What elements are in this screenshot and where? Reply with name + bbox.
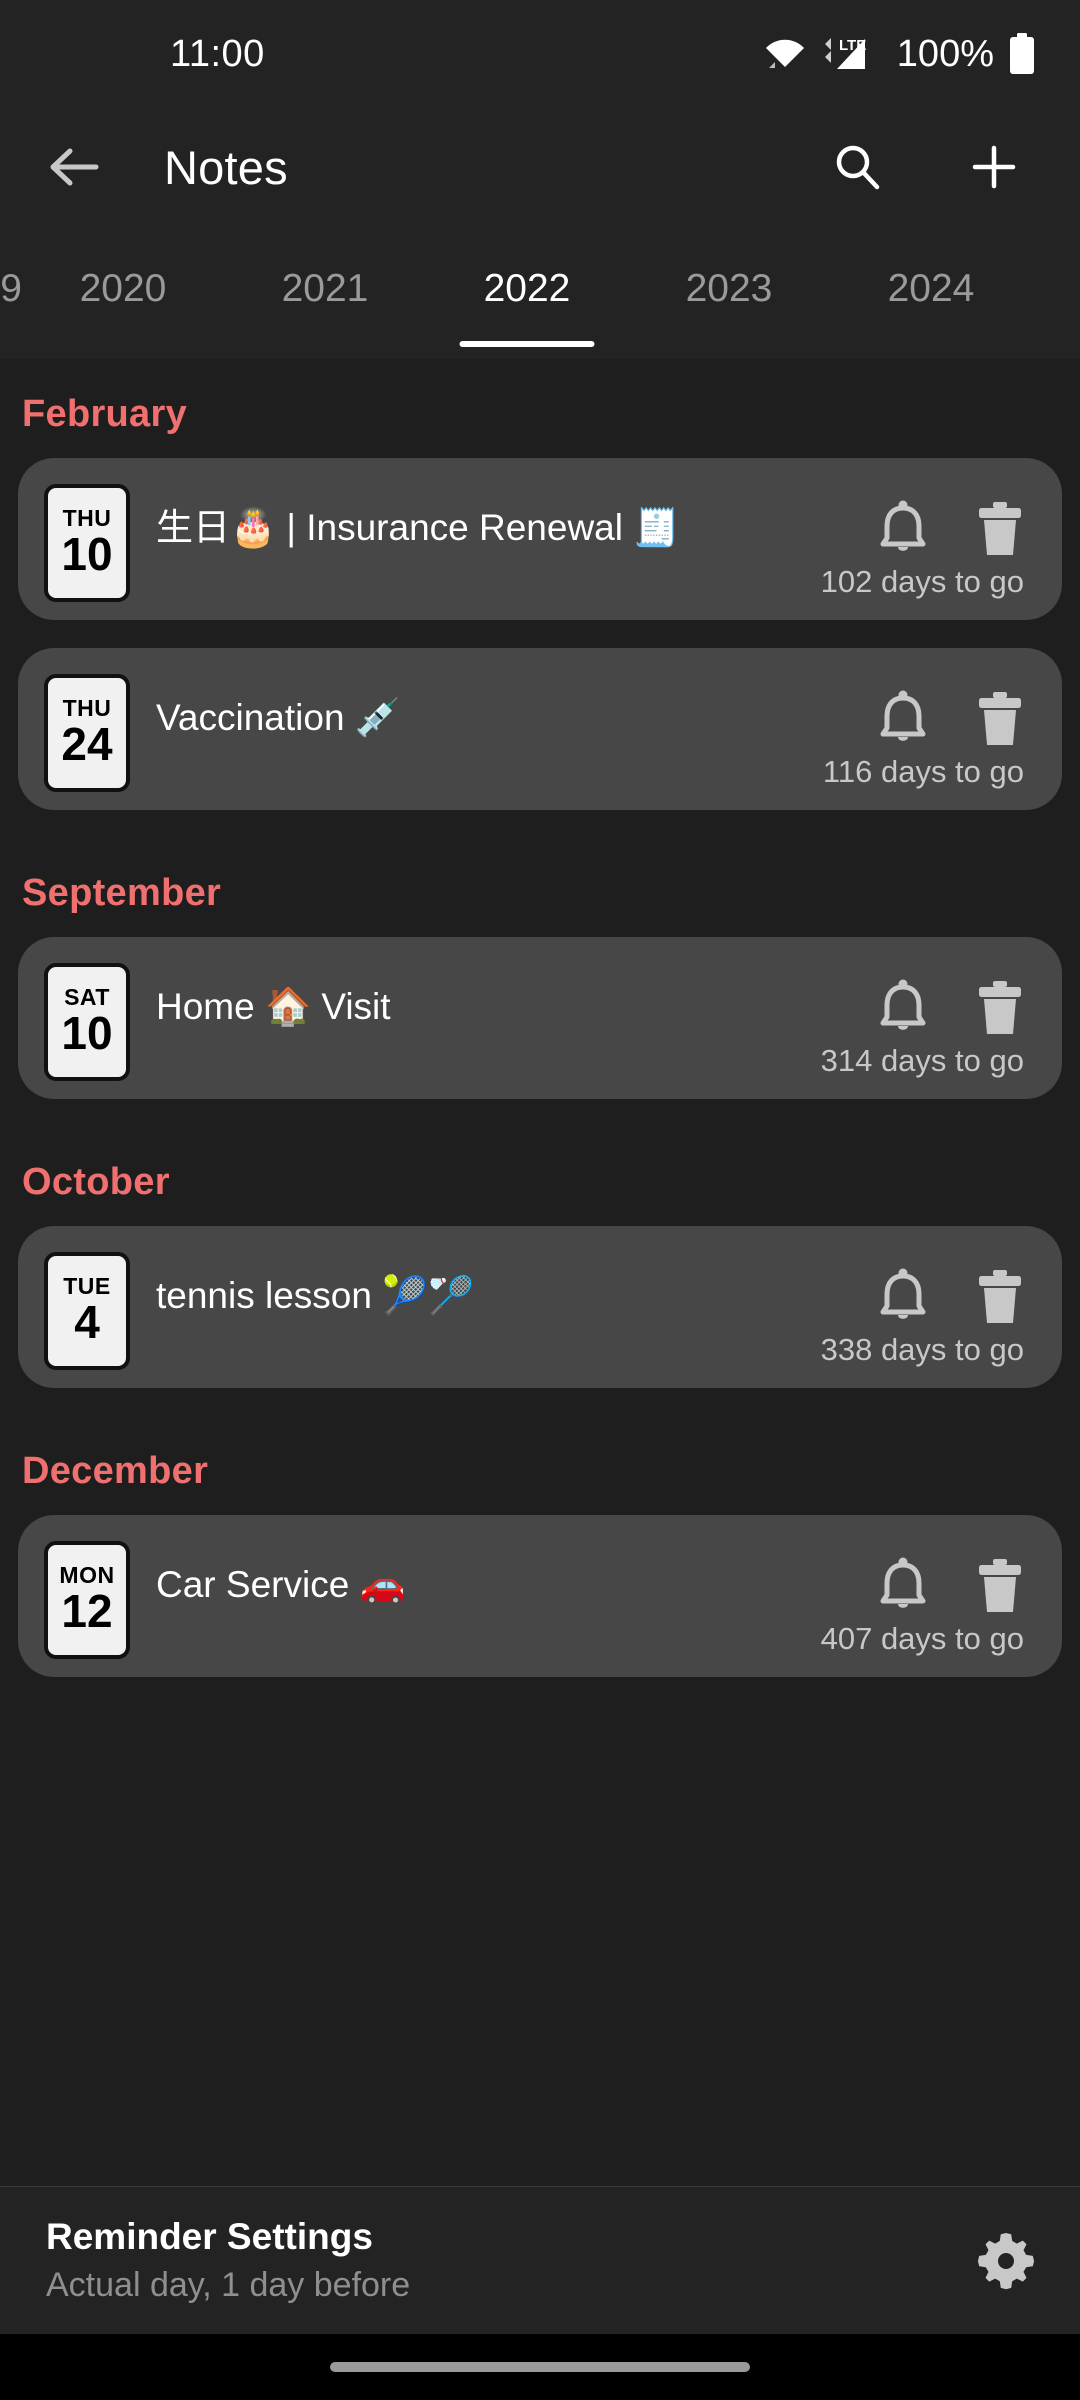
date-chip: SAT 10 <box>44 963 130 1081</box>
event-title: 生日🎂 | Insurance Renewal 🧾 <box>156 507 680 548</box>
year-tab-2024[interactable]: 2024 <box>830 226 1032 359</box>
event-title: Car Service 🚗 <box>156 1564 406 1605</box>
days-to-go-label: 102 days to go <box>820 564 1024 599</box>
battery-percent-label: 100% <box>896 32 994 75</box>
bell-icon[interactable] <box>876 690 930 753</box>
status-bar: 11:00 LTE 100% <box>0 0 1080 108</box>
bell-icon[interactable] <box>876 979 930 1042</box>
month-header: September <box>22 872 222 914</box>
month-header: February <box>22 393 188 435</box>
event-card[interactable]: TUE 4 tennis lesson 🎾🏸 338 days to go <box>18 1226 1062 1388</box>
date-chip-dow: THU <box>62 504 112 531</box>
event-card[interactable]: SAT 10 Home 🏠 Visit 314 days to go <box>18 937 1062 1099</box>
page-title: Notes <box>164 140 288 194</box>
trash-icon[interactable] <box>976 1557 1024 1620</box>
back-arrow-icon[interactable] <box>34 125 118 209</box>
system-nav-bar <box>0 2334 1080 2400</box>
date-chip-dow: TUE <box>63 1272 111 1299</box>
search-icon[interactable] <box>816 125 900 209</box>
year-tab-label: 2024 <box>887 266 975 310</box>
event-card-actions <box>876 484 1036 563</box>
event-card[interactable]: MON 12 Car Service 🚗 407 days to go <box>18 1515 1062 1677</box>
trash-icon[interactable] <box>976 1268 1024 1331</box>
reminder-settings-bar[interactable]: Reminder Settings Actual day, 1 day befo… <box>0 2186 1080 2334</box>
year-tab-label: 2021 <box>281 266 369 310</box>
date-chip-day: 4 <box>74 1295 100 1348</box>
status-icons: LTE 100% <box>763 32 1036 76</box>
event-card-actions <box>876 1252 1036 1331</box>
date-chip-day: 24 <box>61 717 113 770</box>
days-to-go-label: 314 days to go <box>820 1043 1024 1078</box>
days-to-go-label: 407 days to go <box>820 1621 1024 1656</box>
days-to-go-label: 338 days to go <box>820 1332 1024 1367</box>
date-chip-dow: MON <box>59 1561 115 1588</box>
year-tab-2021[interactable]: 2021 <box>224 226 426 359</box>
date-chip-dow: SAT <box>64 983 110 1010</box>
home-gesture-pill[interactable] <box>330 2362 750 2372</box>
bell-icon[interactable] <box>876 1268 930 1331</box>
lte-signal-icon: LTE <box>821 35 883 73</box>
year-tab-label: 2022 <box>483 266 571 310</box>
reminder-settings-title: Reminder Settings <box>46 2216 373 2257</box>
event-card[interactable]: THU 10 生日🎂 | Insurance Renewal 🧾 102 day… <box>18 458 1062 620</box>
year-tab-strip[interactable]: 9 2020 2021 2022 2023 2024 <box>0 226 1080 359</box>
date-chip: TUE 4 <box>44 1252 130 1370</box>
event-card-actions <box>876 963 1036 1042</box>
date-chip-dow: THU <box>62 694 112 721</box>
event-title: tennis lesson 🎾🏸 <box>156 1275 475 1316</box>
battery-icon <box>1008 32 1036 76</box>
status-clock: 11:00 <box>170 32 265 75</box>
event-list[interactable]: February THU 10 生日🎂 | Insurance Renewal … <box>0 359 1080 2186</box>
trash-icon[interactable] <box>976 500 1024 563</box>
year-tab-2022[interactable]: 2022 <box>426 226 628 359</box>
event-card-actions <box>876 674 1036 753</box>
month-header: December <box>22 1450 209 1492</box>
year-tab-partial-label: 9 <box>0 266 22 310</box>
wifi-icon <box>763 37 807 71</box>
date-chip-day: 10 <box>61 527 113 580</box>
date-chip-day: 12 <box>61 1584 113 1637</box>
phone-screen: 11:00 LTE 100% Notes 9 2020 2021 2022 20… <box>0 0 1080 2400</box>
bell-icon[interactable] <box>876 1557 930 1620</box>
app-bar-actions <box>816 125 1046 209</box>
year-tab-partial-left[interactable]: 9 <box>0 226 22 359</box>
plus-icon[interactable] <box>952 125 1036 209</box>
date-chip: MON 12 <box>44 1541 130 1659</box>
date-chip: THU 24 <box>44 674 130 792</box>
year-tab-label: 2023 <box>685 266 773 310</box>
year-tab-2023[interactable]: 2023 <box>628 226 830 359</box>
reminder-settings-subtitle: Actual day, 1 day before <box>46 2266 411 2304</box>
event-title: Vaccination 💉 <box>156 697 401 738</box>
month-header: October <box>22 1161 170 1203</box>
date-chip-day: 10 <box>61 1006 113 1059</box>
date-chip: THU 10 <box>44 484 130 602</box>
trash-icon[interactable] <box>976 690 1024 753</box>
event-card[interactable]: THU 24 Vaccination 💉 116 days to go <box>18 648 1062 810</box>
app-bar: Notes <box>0 108 1080 226</box>
event-title: Home 🏠 Visit <box>156 986 391 1027</box>
year-tab-label: 2020 <box>79 266 167 310</box>
gear-icon[interactable] <box>976 2231 1036 2291</box>
year-tab-2020[interactable]: 2020 <box>22 226 224 359</box>
trash-icon[interactable] <box>976 979 1024 1042</box>
bell-icon[interactable] <box>876 500 930 563</box>
days-to-go-label: 116 days to go <box>822 754 1024 789</box>
reminder-settings-texts: Reminder Settings Actual day, 1 day befo… <box>46 2216 410 2305</box>
event-card-actions <box>876 1541 1036 1620</box>
